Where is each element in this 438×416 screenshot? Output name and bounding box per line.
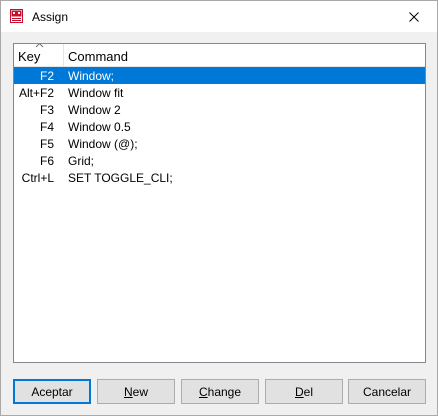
assign-list[interactable]: Key Command F2 Window; Alt+F2 Window fit… (13, 43, 426, 363)
row-command: Window (@); (68, 137, 138, 151)
column-header-key-label: Key (18, 49, 41, 64)
del-button-label: Del (294, 384, 313, 399)
title-bar: Assign (1, 1, 437, 32)
list-row[interactable]: F6 Grid; (14, 152, 425, 169)
list-row[interactable]: Alt+F2 Window fit (14, 84, 425, 101)
row-command: Window; (68, 69, 115, 83)
row-key: F6 (39, 154, 54, 168)
change-button-label: Change (198, 384, 242, 399)
list-header: Key Command (14, 44, 425, 67)
list-row[interactable]: F4 Window 0.5 (14, 118, 425, 135)
cancel-button-label: Cancelar (362, 384, 412, 399)
list-row[interactable]: Ctrl+L SET TOGGLE_CLI; (14, 169, 425, 186)
cancel-button[interactable]: Cancelar (348, 379, 426, 404)
close-icon (409, 11, 419, 22)
assign-dialog: Assign Key Command F2 Window; Alt+F2 Win… (0, 0, 438, 416)
change-button[interactable]: Change (181, 379, 259, 404)
app-logo-icon (10, 9, 23, 23)
row-key: F3 (39, 103, 54, 117)
row-key: Alt+F2 (18, 86, 54, 100)
close-button[interactable] (391, 1, 437, 32)
row-command: Window 2 (68, 103, 121, 117)
column-header-command-label: Command (68, 49, 128, 64)
row-key: F4 (39, 120, 54, 134)
row-key: F5 (39, 137, 54, 151)
row-command: Window fit (68, 86, 124, 100)
row-key: F2 (39, 69, 54, 83)
new-button-label: New (123, 384, 148, 399)
list-row[interactable]: F2 Window; (14, 67, 425, 84)
sort-ascending-icon (35, 44, 44, 48)
accept-button[interactable]: Aceptar (13, 379, 91, 404)
new-button[interactable]: New (97, 379, 175, 404)
row-key: Ctrl+L (21, 171, 54, 185)
accept-button-label: Aceptar (31, 384, 73, 399)
row-command: Grid; (68, 154, 95, 168)
window-title: Assign (32, 10, 69, 24)
del-button[interactable]: Del (265, 379, 343, 404)
column-header-key[interactable]: Key (14, 44, 64, 67)
list-row[interactable]: F3 Window 2 (14, 101, 425, 118)
list-rows: F2 Window; Alt+F2 Window fit F3 Window 2… (14, 67, 425, 186)
list-row[interactable]: F5 Window (@); (14, 135, 425, 152)
row-command: SET TOGGLE_CLI; (68, 171, 173, 185)
row-command: Window 0.5 (68, 120, 131, 134)
